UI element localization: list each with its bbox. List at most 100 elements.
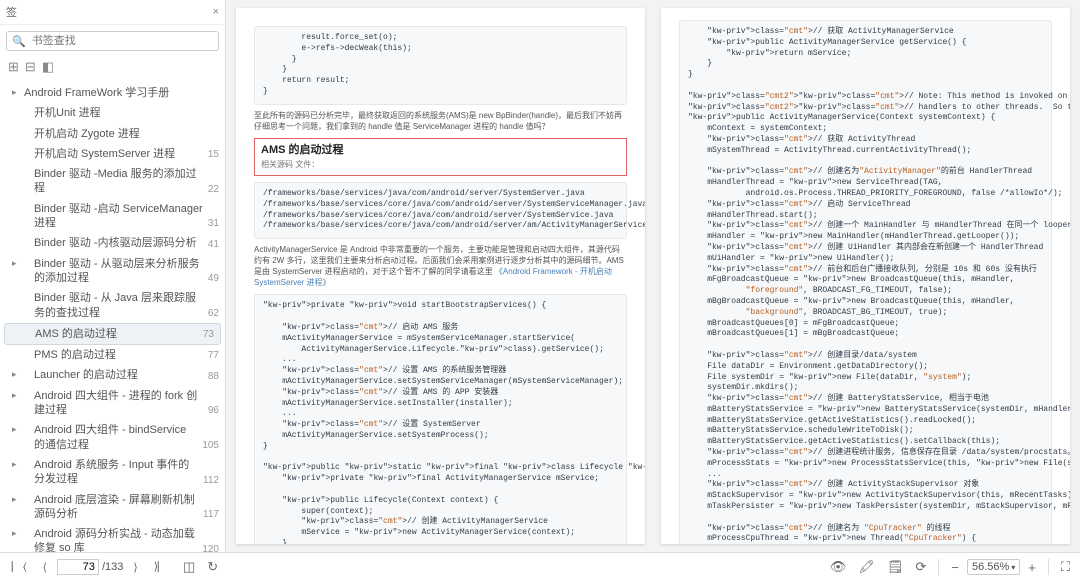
bookmark-item[interactable]: AMS 的启动过程73: [4, 323, 221, 345]
page-input[interactable]: [57, 559, 99, 575]
bookmark-item[interactable]: ▸Launcher 的启动过程88: [4, 365, 225, 385]
bookmark-item[interactable]: ▸Android 源码分析实战 - 动态加载修复 so 库120: [4, 524, 225, 552]
bookmark-label: Binder 驱动 - 从 Java 层来跟踪服务的查找过程: [24, 291, 204, 320]
bottom-toolbar: ⎸⟨ ⟨ /133 ⟩ ⟩⎸ ◫ ↻ 👁 🖍 🗒 ⟳ − 56.56% ▾ + …: [0, 552, 1080, 581]
section-heading-box: AMS 的启动过程 相关源码 文件：: [254, 138, 627, 176]
caret-icon: [12, 147, 24, 148]
fullscreen-button[interactable]: ⛶: [1057, 557, 1074, 577]
bookmark-item[interactable]: ▸Android 四大组件 - 进程的 fork 创建过程96: [4, 386, 225, 421]
highlight-button[interactable]: 🖍: [854, 557, 879, 577]
collapse-all-button[interactable]: ⊟: [25, 59, 36, 75]
bookmark-page: 22: [204, 183, 219, 196]
bookmark-item[interactable]: ▸Android 四大组件 - bindService 的通信过程105: [4, 420, 225, 455]
panel-title: 签: [6, 4, 213, 20]
bookmark-page: 49: [204, 272, 219, 285]
bookmark-label: 开机启动 SystemServer 进程: [24, 147, 204, 161]
bookmark-label: Launcher 的启动过程: [24, 368, 204, 382]
bookmark-page: 77: [204, 349, 219, 362]
close-panel-button[interactable]: ×: [213, 6, 219, 18]
search-icon: 🔍: [12, 35, 26, 48]
bookmark-item[interactable]: 开机Unit 进程: [4, 103, 225, 123]
bookmark-label: Android 系统服务 - Input 事件的分发过程: [24, 458, 199, 487]
caret-icon[interactable]: ▸: [12, 389, 24, 402]
bookmark-item[interactable]: Binder 驱动 -内核驱动层源码分析41: [4, 233, 225, 253]
note-button[interactable]: 🗒: [883, 557, 908, 577]
file-list: /frameworks/base/services/java/com/andro…: [263, 189, 618, 232]
page-left: result.force_set(o); e->refs->decWeak(th…: [236, 8, 645, 544]
bookmarks-panel: 签 × 🔍 ⊞ ⊟ ◧ ▸Android FrameWork 学习手册开机Uni…: [0, 0, 226, 552]
last-page-button[interactable]: ⟩⎸: [148, 558, 175, 576]
page-total: /133: [102, 561, 123, 573]
page-layout-button[interactable]: ↻: [203, 557, 222, 577]
bookmark-label: Android 源码分析实战 - 动态加载修复 so 库: [24, 527, 198, 552]
bookmark-item[interactable]: Binder 驱动 -启动 ServiceManager 进程31: [4, 199, 225, 234]
view-mode-button[interactable]: 👁: [826, 557, 851, 577]
bookmark-item[interactable]: ▸Android 底层渲染 - 屏幕刷新机制源码分析117: [4, 490, 225, 525]
bookmark-page: 105: [198, 439, 219, 452]
bookmark-page: 15: [204, 148, 219, 161]
bookmark-label: Binder 驱动 -内核驱动层源码分析: [24, 236, 204, 250]
caret-icon[interactable]: ▸: [12, 368, 24, 381]
document-viewport: result.force_set(o); e->refs->decWeak(th…: [226, 0, 1080, 552]
zoom-in-button[interactable]: +: [1024, 558, 1040, 577]
bookmark-label: Android 四大组件 - bindService 的通信过程: [24, 423, 198, 452]
bookmark-label: Binder 驱动 - 从驱动层来分析服务的添加过程: [24, 257, 204, 286]
bookmark-label: 开机Unit 进程: [24, 106, 215, 120]
bookmark-label: AMS 的启动过程: [25, 327, 199, 341]
zoom-value: 56.56%: [972, 561, 1009, 573]
bookmark-item[interactable]: Binder 驱动 - 从 Java 层来跟踪服务的查找过程62: [4, 288, 225, 323]
paragraph: ActivityManagerService 是 Android 中非常重要的一…: [254, 245, 627, 288]
code-snippet-top: result.force_set(o); e->refs->decWeak(th…: [263, 33, 618, 98]
code-main-left: "kw-priv">private "kw-priv">void startBo…: [263, 301, 618, 544]
bookmark-item[interactable]: Binder 驱动 -Media 服务的添加过程22: [4, 164, 225, 199]
bookmark-page: 62: [204, 307, 219, 320]
bookmark-label: Binder 驱动 -Media 服务的添加过程: [24, 167, 204, 196]
bookmark-item[interactable]: ▸Android 系统服务 - Input 事件的分发过程112: [4, 455, 225, 490]
bookmark-tree: ▸Android FrameWork 学习手册开机Unit 进程开机启动 Zyg…: [0, 81, 225, 552]
section-heading: AMS 的启动过程: [261, 143, 620, 158]
caret-icon[interactable]: ▸: [12, 493, 24, 506]
bookmark-search[interactable]: 🔍: [6, 31, 219, 51]
caret-icon: [12, 348, 24, 349]
caret-icon[interactable]: ▸: [12, 458, 24, 471]
caret-icon[interactable]: ▸: [12, 86, 24, 99]
thumbnails-button[interactable]: ◫: [179, 557, 199, 577]
bookmark-page: 73: [199, 328, 214, 341]
bookmark-item[interactable]: PMS 的启动过程77: [4, 345, 225, 365]
rotate-button[interactable]: ⟳: [911, 557, 930, 577]
caret-icon: [12, 167, 24, 168]
zoom-select[interactable]: 56.56% ▾: [967, 559, 1020, 575]
caret-icon: [12, 291, 24, 292]
caret-icon[interactable]: ▸: [12, 257, 24, 270]
bookmark-item[interactable]: ▸Android FrameWork 学习手册: [4, 83, 225, 103]
bookmark-item[interactable]: 开机启动 Zygote 进程: [4, 124, 225, 144]
bookmark-page: 41: [204, 238, 219, 251]
caret-icon: [12, 236, 24, 237]
caret-icon: [12, 106, 24, 107]
bookmark-label: Binder 驱动 -启动 ServiceManager 进程: [24, 202, 204, 231]
bookmark-item[interactable]: ▸Binder 驱动 - 从驱动层来分析服务的添加过程49: [4, 254, 225, 289]
bookmark-label: 开机启动 Zygote 进程: [24, 127, 215, 141]
caret-icon[interactable]: ▸: [12, 423, 24, 436]
code-main-right: "kw-priv">class="cmt">// 获取 ActivityMana…: [688, 27, 1043, 544]
bookmark-label: Android 四大组件 - 进程的 fork 创建过程: [24, 389, 204, 418]
bookmark-page: 88: [204, 370, 219, 383]
bookmark-item[interactable]: 开机启动 SystemServer 进程15: [4, 144, 225, 164]
bookmark-page: 117: [199, 508, 219, 521]
bookmark-page: 31: [204, 217, 219, 230]
caret-icon: [12, 202, 24, 203]
search-input[interactable]: [30, 34, 213, 48]
caret-icon: [13, 327, 25, 328]
bookmark-page: 112: [199, 474, 219, 487]
bookmark-ribbon-button[interactable]: ◧: [42, 59, 54, 75]
caret-icon[interactable]: ▸: [12, 527, 24, 540]
zoom-out-button[interactable]: −: [947, 558, 963, 577]
prev-page-button[interactable]: ⟨: [37, 559, 53, 576]
caret-icon: [12, 127, 24, 128]
next-page-button[interactable]: ⟩: [127, 559, 143, 576]
paragraph: 至此所有的源码已分析完毕，最终获取返回的系统服务(AMS)是 new BpBin…: [254, 111, 627, 133]
first-page-button[interactable]: ⎸⟨: [6, 559, 33, 576]
expand-all-button[interactable]: ⊞: [8, 59, 19, 75]
bookmark-page: 120: [198, 543, 219, 552]
section-subheading: 相关源码 文件：: [261, 160, 620, 171]
